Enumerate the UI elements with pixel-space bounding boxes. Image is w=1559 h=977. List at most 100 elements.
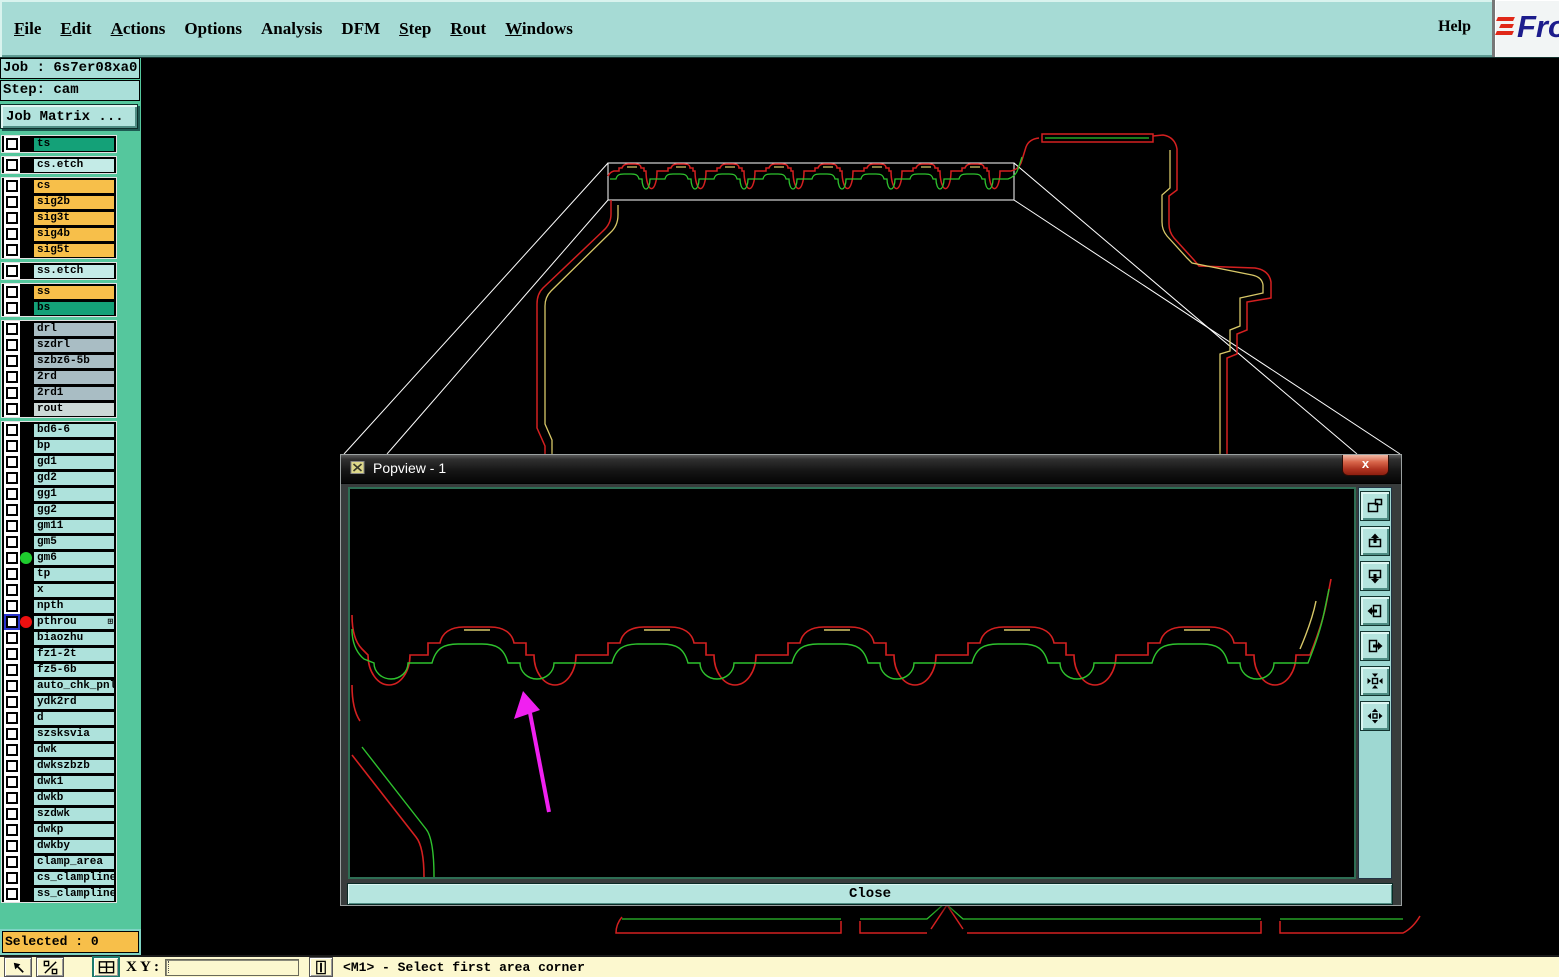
divider-icon[interactable] <box>309 957 334 977</box>
layer-checkbox-x[interactable] <box>6 584 18 596</box>
layer-checkbox-bs[interactable] <box>6 302 18 314</box>
pan-left-icon[interactable] <box>1360 596 1390 626</box>
layer-checkbox-szdrl[interactable] <box>6 339 18 351</box>
layer-checkbox-rout[interactable] <box>6 403 18 415</box>
layer-button-pthrou[interactable]: pthrou ⊞ <box>33 614 115 630</box>
layer-button-sig3t[interactable]: sig3t <box>33 210 115 226</box>
layer-button-bs[interactable]: bs <box>33 300 115 316</box>
layer-button-ss.etch[interactable]: ss.etch <box>33 263 115 279</box>
menu-item-file[interactable]: File <box>14 19 41 39</box>
layer-button-sig4b[interactable]: sig4b <box>33 226 115 242</box>
menu-item-step[interactable]: Step <box>399 19 431 39</box>
layer-button-ss[interactable]: ss <box>33 284 115 300</box>
layer-checkbox-szsksvia[interactable] <box>6 728 18 740</box>
layer-checkbox-d[interactable] <box>6 712 18 724</box>
layer-button-ss_clampline[interactable]: ss_clampline <box>33 886 115 902</box>
layer-button-szsksvia[interactable]: szsksvia <box>33 726 115 742</box>
layer-button-gm11[interactable]: gm11 <box>33 518 115 534</box>
layer-checkbox-tp[interactable] <box>6 568 18 580</box>
pan-up-icon[interactable] <box>1360 526 1390 556</box>
layer-button-gd1[interactable]: gd1 <box>33 454 115 470</box>
layer-button-sig5t[interactable]: sig5t <box>33 242 115 258</box>
layer-button-drl[interactable]: drl <box>33 321 115 337</box>
layer-checkbox-gm11[interactable] <box>6 520 18 532</box>
layer-button-gg2[interactable]: gg2 <box>33 502 115 518</box>
select-arrow-icon[interactable] <box>4 957 32 977</box>
layer-checkbox-gg2[interactable] <box>6 504 18 516</box>
layer-button-bd6-6[interactable]: bd6-6 <box>33 422 115 438</box>
popview-canvas[interactable] <box>348 487 1356 879</box>
layer-button-dwk1[interactable]: dwk1 <box>33 774 115 790</box>
layer-checkbox-pthrou[interactable] <box>6 616 18 628</box>
layer-button-dwkby[interactable]: dwkby <box>33 838 115 854</box>
layer-checkbox-ss_clampline[interactable] <box>6 888 18 900</box>
layer-button-gd2[interactable]: gd2 <box>33 470 115 486</box>
layer-button-cs_clampline[interactable]: cs_clampline <box>33 870 115 886</box>
layer-checkbox-dwk1[interactable] <box>6 776 18 788</box>
layer-checkbox-ss[interactable] <box>6 286 18 298</box>
layer-button-dwkb[interactable]: dwkb <box>33 790 115 806</box>
layer-checkbox-fz1-2t[interactable] <box>6 648 18 660</box>
layer-button-ts[interactable]: ts <box>33 136 115 152</box>
layer-checkbox-auto_chk_pnl[interactable] <box>6 680 18 692</box>
layer-checkbox-szdwk[interactable] <box>6 808 18 820</box>
layer-button-gm5[interactable]: gm5 <box>33 534 115 550</box>
layer-button-szbz6-5b[interactable]: szbz6-5b <box>33 353 115 369</box>
job-matrix-button[interactable]: Job Matrix ... <box>0 104 138 129</box>
menu-item-dfm[interactable]: DFM <box>341 19 380 39</box>
layer-checkbox-sig3t[interactable] <box>6 212 18 224</box>
layer-checkbox-npth[interactable] <box>6 600 18 612</box>
layer-checkbox-szbz6-5b[interactable] <box>6 355 18 367</box>
menu-item-help[interactable]: Help <box>1438 18 1471 36</box>
layer-checkbox-cs[interactable] <box>6 180 18 192</box>
layer-checkbox-ydk2rd[interactable] <box>6 696 18 708</box>
popview-titlebar[interactable]: Popview - 1 x <box>341 455 1401 484</box>
layer-checkbox-drl[interactable] <box>6 323 18 335</box>
layer-checkbox-2rd1[interactable] <box>6 387 18 399</box>
layer-checkbox-bp[interactable] <box>6 440 18 452</box>
layer-checkbox-gd1[interactable] <box>6 456 18 468</box>
menu-item-options[interactable]: Options <box>184 19 242 39</box>
layer-button-szdwk[interactable]: szdwk <box>33 806 115 822</box>
layer-button-clamp_area[interactable]: clamp_area <box>33 854 115 870</box>
layer-button-2rd[interactable]: 2rd <box>33 369 115 385</box>
layer-checkbox-ss.etch[interactable] <box>6 265 18 277</box>
pan-down-icon[interactable] <box>1360 561 1390 591</box>
layer-checkbox-2rd[interactable] <box>6 371 18 383</box>
layer-checkbox-sig4b[interactable] <box>6 228 18 240</box>
layer-checkbox-cs.etch[interactable] <box>6 159 18 171</box>
layer-checkbox-gd2[interactable] <box>6 472 18 484</box>
layer-button-npth[interactable]: npth <box>33 598 115 614</box>
layer-button-dwkszbzb[interactable]: dwkszbzb <box>33 758 115 774</box>
layer-button-bp[interactable]: bp <box>33 438 115 454</box>
layer-checkbox-gm6[interactable] <box>6 552 18 564</box>
coordinate-input[interactable] <box>165 958 300 976</box>
layer-button-d[interactable]: d <box>33 710 115 726</box>
layer-checkbox-dwk[interactable] <box>6 744 18 756</box>
layer-button-auto_chk_pnl[interactable]: auto_chk_pnl <box>33 678 115 694</box>
layer-checkbox-dwkby[interactable] <box>6 840 18 852</box>
layer-button-gm6[interactable]: gm6 <box>33 550 115 566</box>
layer-button-x[interactable]: x <box>33 582 115 598</box>
layer-button-dwk[interactable]: dwk <box>33 742 115 758</box>
pan-right-icon[interactable] <box>1360 631 1390 661</box>
layer-button-tp[interactable]: tp <box>33 566 115 582</box>
zoom-fit-icon[interactable] <box>1360 666 1390 696</box>
menu-item-windows[interactable]: Windows <box>505 19 573 39</box>
menu-item-actions[interactable]: Actions <box>111 19 166 39</box>
layer-button-cs[interactable]: cs <box>33 178 115 194</box>
layer-checkbox-sig5t[interactable] <box>6 244 18 256</box>
layer-button-ydk2rd[interactable]: ydk2rd <box>33 694 115 710</box>
layer-checkbox-bd6-6[interactable] <box>6 424 18 436</box>
layer-checkbox-dwkb[interactable] <box>6 792 18 804</box>
layer-button-szdrl[interactable]: szdrl <box>33 337 115 353</box>
layer-checkbox-gm5[interactable] <box>6 536 18 548</box>
layer-button-sig2b[interactable]: sig2b <box>33 194 115 210</box>
layer-checkbox-dwkp[interactable] <box>6 824 18 836</box>
layer-checkbox-sig2b[interactable] <box>6 196 18 208</box>
layer-checkbox-clamp_area[interactable] <box>6 856 18 868</box>
layer-button-fz1-2t[interactable]: fz1-2t <box>33 646 115 662</box>
popview-close-x-button[interactable]: x <box>1342 455 1389 476</box>
layer-checkbox-gg1[interactable] <box>6 488 18 500</box>
layer-button-biaozhu[interactable]: biaozhu <box>33 630 115 646</box>
